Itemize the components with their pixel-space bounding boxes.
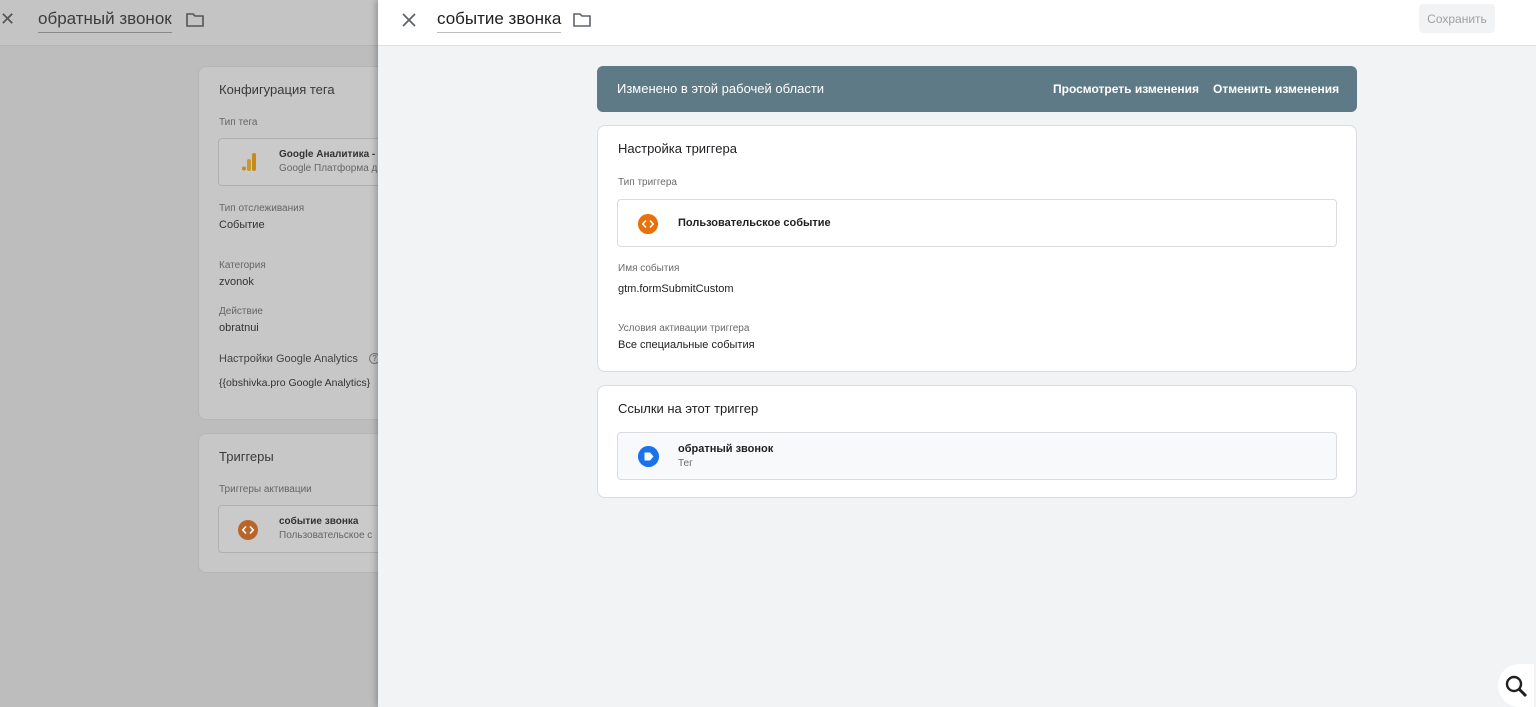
- referenced-tag-type: Тег: [678, 458, 693, 469]
- code-brackets-icon: [238, 520, 258, 540]
- close-icon: ✕: [0, 9, 16, 29]
- background-tag-title: обратный звонок: [38, 9, 172, 33]
- tracking-type-value: Событие: [219, 219, 265, 231]
- trigger-type-selector[interactable]: Пользовательское событие: [617, 199, 1337, 247]
- card-title: Триггеры: [219, 449, 274, 464]
- ga-settings-value: {{obshivka.pro Google Analytics}: [219, 377, 371, 389]
- trigger-type-label: Тип триггера: [618, 177, 677, 188]
- discard-changes-link[interactable]: Отменить изменения: [1213, 82, 1339, 96]
- ga-settings-label: Настройки Google Analytics: [219, 353, 358, 365]
- tag-configuration-card: Конфигурация тега Тип тега Google Аналит…: [198, 66, 408, 420]
- trigger-type: Пользовательское с: [279, 530, 373, 541]
- action-value: obratnui: [219, 322, 259, 334]
- event-name-value: gtm.formSubmitCustom: [618, 283, 734, 295]
- triggers-card: Триггеры Триггеры активации событие звон…: [198, 433, 408, 573]
- tracking-type-label: Тип отслеживания: [219, 203, 305, 214]
- event-name-label: Имя события: [618, 263, 680, 274]
- tag-type-name: Google Аналитика -: [279, 149, 376, 160]
- action-label: Действие: [219, 306, 263, 317]
- banner-text: Изменено в этой рабочей области: [617, 81, 825, 96]
- card-title: Настройка триггера: [618, 141, 737, 156]
- folder-icon: [186, 13, 204, 27]
- trigger-name-input[interactable]: событие звонка: [437, 9, 562, 33]
- firing-triggers-label: Триггеры активации: [219, 484, 312, 495]
- panel-header: событие звонка Сохранить: [378, 0, 1536, 46]
- tag-icon: [638, 446, 659, 467]
- referenced-tag-item[interactable]: обратный звонок Тег: [617, 432, 1337, 480]
- save-button[interactable]: Сохранить: [1419, 4, 1495, 33]
- card-title: Ссылки на этот триггер: [618, 401, 759, 416]
- trigger-configuration-card[interactable]: Настройка триггера Тип триггера Пользова…: [597, 125, 1357, 372]
- trigger-references-card: Ссылки на этот триггер обратный звонок Т…: [597, 385, 1357, 498]
- card-title: Конфигурация тега: [219, 82, 335, 97]
- folder-icon[interactable]: [573, 12, 591, 27]
- trigger-panel: событие звонка Сохранить Изменено в этой…: [378, 0, 1536, 707]
- view-changes-link[interactable]: Просмотреть изменения: [1053, 82, 1199, 96]
- firing-conditions-label: Условия активации триггера: [618, 323, 750, 334]
- tag-type-sub: Google Платформа д: [279, 163, 378, 174]
- category-label: Категория: [219, 260, 266, 271]
- trigger-name: событие звонка: [279, 516, 359, 527]
- search-icon: [1505, 675, 1528, 698]
- category-value: zvonok: [219, 276, 254, 288]
- trigger-type-value: Пользовательское событие: [678, 217, 831, 229]
- search-button[interactable]: [1498, 664, 1534, 707]
- code-brackets-icon: [638, 214, 658, 234]
- close-icon[interactable]: [399, 10, 419, 30]
- firing-conditions-value: Все специальные события: [618, 339, 755, 351]
- referenced-tag-name: обратный звонок: [678, 443, 774, 455]
- tag-type-label: Тип тега: [219, 117, 258, 128]
- google-analytics-icon: [242, 153, 256, 171]
- workspace-changes-banner: Изменено в этой рабочей области Просмотр…: [597, 66, 1357, 112]
